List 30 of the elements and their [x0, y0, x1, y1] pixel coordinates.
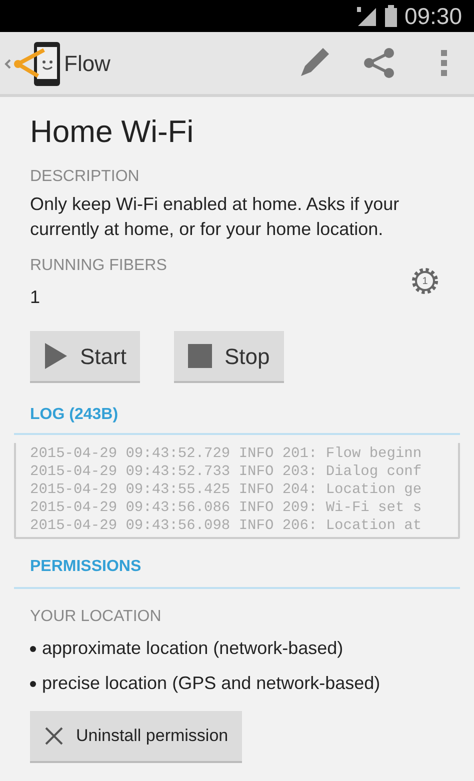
running-fibers-count: 1	[30, 286, 42, 309]
signal-icon	[356, 6, 378, 26]
battery-icon	[384, 5, 398, 27]
permissions-heading: PERMISSIONS	[30, 557, 142, 577]
permission-item: approximate location (network-based)	[42, 637, 344, 660]
bullet-icon	[30, 646, 36, 652]
permission-group-label: YOUR LOCATION	[30, 607, 162, 627]
app-logo-icon	[4, 40, 60, 86]
stop-icon	[188, 344, 212, 368]
stop-button[interactable]: Stop	[174, 331, 284, 383]
clock: 09:30	[404, 2, 462, 31]
share-icon	[363, 48, 395, 78]
running-fibers-label: RUNNING FIBERS	[30, 256, 168, 276]
log-line: 2015-04-29 09:43:56.086 INFO 209: Wi-Fi set s	[30, 499, 423, 517]
log-line: 2015-04-29 09:43:52.729 INFO 201: Flow beginn	[30, 445, 423, 463]
start-button[interactable]: Start	[30, 331, 140, 383]
permission-item: precise location (GPS and network-based)	[42, 672, 380, 695]
close-icon	[44, 726, 64, 746]
more-icon	[440, 49, 448, 77]
uninstall-permission-button[interactable]: Uninstall permission	[30, 711, 242, 763]
description-label: DESCRIPTION	[30, 167, 140, 187]
log-line: 2015-04-29 09:43:52.733 INFO 203: Dialog conf	[30, 463, 423, 481]
log-heading: LOG (243B)	[30, 405, 120, 425]
log-line: 2015-04-29 09:43:56.098 INFO 206: Location at	[30, 517, 423, 535]
description-text: Only keep Wi-Fi enabled at home. Asks if your currently at home, or for your home location.	[30, 193, 400, 241]
play-icon	[44, 342, 68, 370]
log-line: 2015-04-29 09:43:55.425 INFO 204: Location ge	[30, 481, 423, 499]
bullet-icon	[30, 680, 36, 686]
app-title: Flow	[64, 50, 110, 78]
flow-title: Home Wi-Fi	[30, 113, 195, 151]
